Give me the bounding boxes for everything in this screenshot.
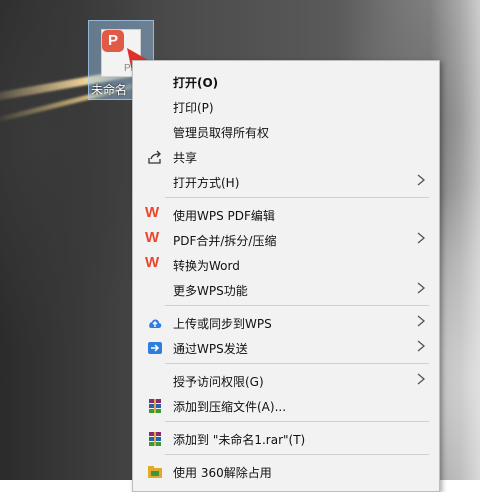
menu-separator <box>165 197 429 198</box>
menu-separator <box>165 363 429 364</box>
menu-item-label: 共享 <box>173 151 198 165</box>
360-unlock-icon <box>148 466 162 478</box>
menu-item-print[interactable]: 打印(P) <box>133 94 439 118</box>
menu-item-label: 使用WPS PDF编辑 <box>173 209 275 223</box>
wps-icon: W <box>145 204 160 221</box>
menu-item-open[interactable]: 打开(O) <box>133 69 439 93</box>
chevron-right-icon <box>417 340 426 352</box>
menu-item-label: 授予访问权限(G) <box>173 375 264 389</box>
menu-item-label: 打印(P) <box>173 101 214 115</box>
menu-item-add-to-archive[interactable]: 添加到压缩文件(A)... <box>133 393 439 417</box>
winrar-icon <box>149 432 161 446</box>
menu-item-convert-word[interactable]: W 转换为Word <box>133 252 439 276</box>
menu-separator <box>165 421 429 422</box>
menu-item-send-wps[interactable]: 通过WPS发送 <box>133 335 439 359</box>
menu-separator <box>165 454 429 455</box>
chevron-right-icon <box>417 282 426 294</box>
menu-item-label: 通过WPS发送 <box>173 342 248 356</box>
menu-item-label: 管理员取得所有权 <box>173 126 270 140</box>
menu-item-add-to-rar[interactable]: 添加到 "未命名1.rar"(T) <box>133 426 439 450</box>
menu-item-label: 打开(O) <box>173 76 219 90</box>
menu-item-upload-wps[interactable]: 上传或同步到WPS <box>133 310 439 334</box>
send-arrow-icon <box>148 342 162 354</box>
share-icon <box>148 150 161 164</box>
cloud-upload-icon <box>149 319 162 328</box>
menu-item-label: 添加到 "未命名1.rar"(T) <box>173 433 306 447</box>
menu-item-label: 使用 360解除占用 <box>173 466 272 480</box>
wps-pdf-badge-icon: P <box>102 30 124 52</box>
chevron-right-icon <box>417 174 426 186</box>
menu-item-label: 更多WPS功能 <box>173 284 248 298</box>
menu-item-label: PDF合并/拆分/压缩 <box>173 234 277 248</box>
wps-icon: W <box>145 229 160 246</box>
menu-item-wps-pdf-edit[interactable]: W 使用WPS PDF编辑 <box>133 202 439 226</box>
menu-item-label: 上传或同步到WPS <box>173 317 272 331</box>
menu-item-label: 添加到压缩文件(A)... <box>173 400 287 414</box>
menu-item-label: 转换为Word <box>173 259 240 273</box>
menu-item-share[interactable]: 共享 <box>133 144 439 168</box>
chevron-right-icon <box>417 315 426 327</box>
menu-item-360-unlock[interactable]: 使用 360解除占用 <box>133 459 439 483</box>
chevron-right-icon <box>417 232 426 244</box>
context-menu: 打开(O) 打印(P) 管理员取得所有权 共享 打开方式(H) W 使用WPS … <box>132 60 440 492</box>
menu-item-grant-access[interactable]: 授予访问权限(G) <box>133 368 439 392</box>
chevron-right-icon <box>417 373 426 385</box>
menu-item-open-with[interactable]: 打开方式(H) <box>133 169 439 193</box>
menu-item-more-wps[interactable]: 更多WPS功能 <box>133 277 439 301</box>
wps-icon: W <box>145 254 160 271</box>
winrar-icon <box>149 399 161 413</box>
menu-item-label: 打开方式(H) <box>173 176 240 190</box>
menu-item-take-ownership[interactable]: 管理员取得所有权 <box>133 119 439 143</box>
menu-item-pdf-merge-split[interactable]: W PDF合并/拆分/压缩 <box>133 227 439 251</box>
menu-separator <box>165 305 429 306</box>
